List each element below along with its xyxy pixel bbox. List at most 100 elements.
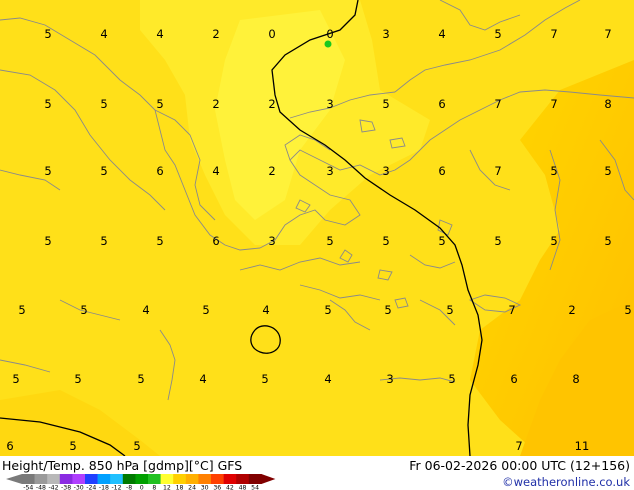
contour-value: 5	[494, 27, 501, 41]
contour-value: 5	[604, 234, 611, 248]
legend-label: -38	[61, 485, 71, 490]
legend-label: -18	[99, 485, 109, 490]
credit-link[interactable]: ©weatheronline.co.uk	[502, 475, 630, 489]
contour-value: 2	[212, 27, 219, 41]
legend-swatch	[211, 474, 224, 484]
contour-value: 5	[550, 164, 557, 178]
legend-label: 8	[152, 485, 156, 490]
contour-value: 4	[100, 27, 107, 41]
contour-value: 3	[382, 27, 389, 41]
contour-value: 5	[202, 303, 209, 317]
contour-value: 4	[199, 372, 206, 386]
contour-value: 5	[624, 303, 631, 317]
legend-swatch	[47, 474, 61, 484]
contour-value: 0	[268, 27, 275, 41]
legend-swatch	[72, 474, 86, 484]
contour-value: 6	[6, 439, 13, 453]
contour-value: 4	[156, 27, 163, 41]
contour-value: 4	[212, 164, 219, 178]
legend-label: 54	[251, 485, 259, 490]
legend-arrow-right	[261, 474, 276, 484]
legend-swatch	[110, 474, 124, 484]
contour-value: 5	[137, 372, 144, 386]
temperature-legend: -54 -48 -42 -38 -30 -24 -18 -12 -8 0 8 12 18 24 30 36 42…	[6, 474, 276, 490]
weather-map: 5 4 4 2 0 0 3 4 5 7 7 5 5 5 2 2 3 5 6 7 7 8 5 5 6 4 2 3 3 6 7 5 5 5 5 5 6 3 5 5…	[0, 0, 634, 456]
legend-swatch	[185, 474, 199, 484]
contour-value: 5	[44, 164, 51, 178]
contour-value: 7	[508, 303, 515, 317]
freezing-marker	[324, 40, 332, 48]
contour-value: 3	[326, 164, 333, 178]
legend-label: -30	[74, 485, 84, 490]
legend-swatch	[248, 474, 262, 484]
contour-value: 5	[438, 234, 445, 248]
contour-value: 5	[18, 303, 25, 317]
forecast-datetime: Fr 06-02-2026 00:00 UTC (12+156)	[409, 458, 630, 473]
contour-value: 5	[494, 234, 501, 248]
legend-label: 12	[163, 485, 171, 490]
contour-value: 6	[510, 372, 517, 386]
contour-value: 6	[156, 164, 163, 178]
contour-value: 5	[12, 372, 19, 386]
contour-value: 5	[156, 234, 163, 248]
legend-label: 48	[239, 485, 247, 490]
legend-swatch	[236, 474, 250, 484]
contour-value: 5	[69, 439, 76, 453]
contour-value: 2	[268, 164, 275, 178]
contour-value: 6	[438, 97, 445, 111]
legend-swatch	[34, 474, 48, 484]
contour-value: 7	[604, 27, 611, 41]
contour-value: 5	[156, 97, 163, 111]
contour-value: 5	[446, 303, 453, 317]
contour-value: 8	[604, 97, 611, 111]
contour-value: 5	[324, 303, 331, 317]
contour-value: 7	[550, 27, 557, 41]
contour-value: 2	[568, 303, 575, 317]
legend-label: -12	[111, 485, 121, 490]
legend-swatch	[122, 474, 136, 484]
contour-value: 7	[494, 164, 501, 178]
footer-bar: Height/Temp. 850 hPa [gdmp][°C] GFS Fr 0…	[0, 456, 634, 490]
legend-swatch	[198, 474, 212, 484]
contour-value: 3	[382, 164, 389, 178]
contour-value: 5	[100, 97, 107, 111]
contour-value: 3	[386, 372, 393, 386]
contour-value: 4	[438, 27, 445, 41]
contour-value: 11	[575, 439, 590, 453]
contour-value: 6	[212, 234, 219, 248]
contour-value: 5	[382, 234, 389, 248]
legend-label: 30	[201, 485, 209, 490]
contour-value: 5	[100, 164, 107, 178]
contour-value: 5	[44, 97, 51, 111]
contour-value: 2	[212, 97, 219, 111]
contour-value: 8	[572, 372, 579, 386]
legend-label: 0	[140, 485, 144, 490]
legend-arrow-left	[6, 474, 22, 484]
contour-value: 7	[494, 97, 501, 111]
contour-value: 4	[262, 303, 269, 317]
contour-value: 4	[324, 372, 331, 386]
map-title: Height/Temp. 850 hPa [gdmp][°C] GFS	[2, 458, 243, 473]
legend-swatch	[85, 474, 98, 484]
legend-swatch	[148, 474, 161, 484]
contour-value: 5	[604, 164, 611, 178]
legend-swatch	[173, 474, 187, 484]
contour-value: 5	[100, 234, 107, 248]
contour-value: 0	[326, 27, 333, 41]
contour-value: 5	[550, 234, 557, 248]
contour-value: 5	[384, 303, 391, 317]
contour-value: 3	[268, 234, 275, 248]
legend-swatch	[160, 474, 174, 484]
contour-value: 5	[448, 372, 455, 386]
contour-value: 5	[382, 97, 389, 111]
legend-label: 42	[226, 485, 234, 490]
contour-value: 2	[268, 97, 275, 111]
legend-label: 36	[213, 485, 221, 490]
contour-value: 5	[80, 303, 87, 317]
legend-swatch	[22, 474, 35, 484]
legend-swatch	[223, 474, 237, 484]
legend-label: -48	[36, 485, 46, 490]
contour-value: 5	[133, 439, 140, 453]
legend-label: -42	[48, 485, 58, 490]
legend-swatch	[97, 474, 111, 484]
